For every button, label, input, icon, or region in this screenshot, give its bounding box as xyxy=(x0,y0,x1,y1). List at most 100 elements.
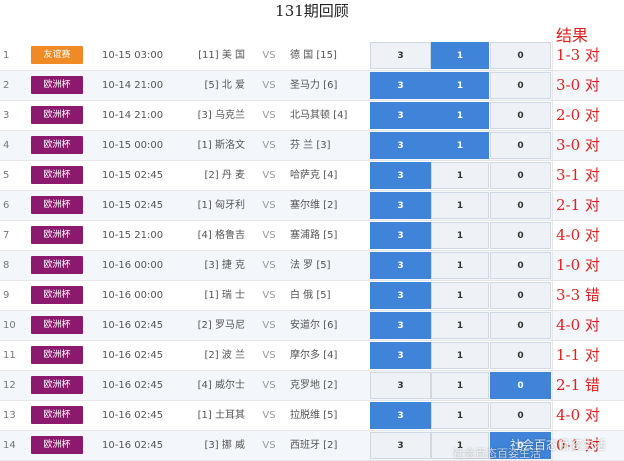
league-badge: 欧洲杯 xyxy=(31,166,83,184)
match-time: 10-16 02:45 xyxy=(102,380,164,391)
home-team: [2] 波 兰 xyxy=(204,350,245,361)
odds-option-0[interactable]: 0 xyxy=(490,132,551,159)
match-number: 4 xyxy=(3,140,10,151)
odds-option-3[interactable]: 3 xyxy=(370,192,431,219)
odds-option-0[interactable]: 0 xyxy=(490,72,551,99)
home-team: [11] 美 国 xyxy=(198,50,245,61)
match-number: 8 xyxy=(3,260,10,271)
league-badge: 欧洲杯 xyxy=(31,346,83,364)
vs-label: VS xyxy=(262,260,276,271)
odds-option-1[interactable]: 1 xyxy=(431,342,489,369)
away-team: 塞浦路 [5] xyxy=(290,230,338,241)
match-number: 11 xyxy=(3,350,16,361)
match-row: 7 欧洲杯 10-15 21:00 [4] 格鲁吉 VS 塞浦路 [5] 3 1 0 4-0 对 xyxy=(0,221,624,251)
match-result: 1-0 对 xyxy=(552,251,624,280)
odds-option-3[interactable]: 3 xyxy=(370,132,431,159)
odds-option-3[interactable]: 3 xyxy=(370,162,431,189)
odds-option-0[interactable]: 0 xyxy=(490,282,551,309)
odds-option-0[interactable]: 0 xyxy=(490,342,551,369)
away-team: 法 罗 [5] xyxy=(290,260,331,271)
match-row: 11 欧洲杯 10-16 02:45 [2] 波 兰 VS 摩尔多 [4] 3 1 0 1-1 对 xyxy=(0,341,624,371)
odds-option-3[interactable]: 3 xyxy=(370,312,431,339)
league-badge: 欧洲杯 xyxy=(31,106,83,124)
odds-option-1[interactable]: 1 xyxy=(431,252,489,279)
odds-option-1[interactable]: 1 xyxy=(431,192,489,219)
home-team: [1] 土耳其 xyxy=(197,410,245,421)
odds-option-3[interactable]: 3 xyxy=(370,402,431,429)
match-number: 5 xyxy=(3,170,10,181)
match-list: 1 友谊赛 10-15 03:00 [11] 美 国 VS 德 国 [15] 3 1 0 1-3 … xyxy=(0,41,624,461)
home-team: [1] 瑞 士 xyxy=(204,290,245,301)
match-number: 12 xyxy=(3,380,16,391)
odds-option-0[interactable]: 0 xyxy=(490,192,551,219)
away-team: 芬 兰 [3] xyxy=(290,140,331,151)
vs-label: VS xyxy=(262,350,276,361)
odds-option-1[interactable]: 1 xyxy=(431,282,489,309)
odds-option-0[interactable]: 0 xyxy=(490,102,551,129)
away-team: 塞尔维 [2] xyxy=(290,200,338,211)
away-team: 圣马力 [6] xyxy=(290,80,338,91)
odds-option-0[interactable]: 0 xyxy=(490,222,551,249)
home-team: [3] 捷 克 xyxy=(204,260,245,271)
odds-option-1[interactable]: 1 xyxy=(431,132,489,159)
away-team: 克罗地 [2] xyxy=(290,380,338,391)
vs-label: VS xyxy=(262,200,276,211)
page-title: 131期回顾 xyxy=(275,2,349,20)
odds-option-1[interactable]: 1 xyxy=(431,102,489,129)
away-team: 德 国 [15] xyxy=(290,50,337,61)
home-team: [2] 丹 麦 xyxy=(204,170,245,181)
league-badge: 欧洲杯 xyxy=(31,316,83,334)
match-row: 4 欧洲杯 10-15 00:00 [1] 斯洛文 VS 芬 兰 [3] 3 1 0 3-0 对 xyxy=(0,131,624,161)
league-badge: 欧洲杯 xyxy=(31,436,83,454)
match-result: 4-0 对 xyxy=(552,221,624,250)
odds-option-0[interactable]: 0 xyxy=(490,372,551,399)
odds-option-1[interactable]: 1 xyxy=(431,372,489,399)
match-time: 10-15 03:00 xyxy=(102,50,164,61)
match-row: 13 欧洲杯 10-16 02:45 [1] 土耳其 VS 拉脱维 [5] 3 1 0 4-0 对 xyxy=(0,401,624,431)
odds-option-1[interactable]: 1 xyxy=(431,42,489,69)
odds-option-3[interactable]: 3 xyxy=(370,372,431,399)
away-team: 哈萨克 [4] xyxy=(290,170,338,181)
odds-option-1[interactable]: 1 xyxy=(431,162,489,189)
odds-option-1[interactable]: 1 xyxy=(431,312,489,339)
odds-option-3[interactable]: 3 xyxy=(370,282,431,309)
vs-label: VS xyxy=(262,320,276,331)
match-time: 10-15 21:00 xyxy=(102,230,164,241)
watermark: 社会百态百姿生活 xyxy=(510,438,607,452)
match-row: 5 欧洲杯 10-15 02:45 [2] 丹 麦 VS 哈萨克 [4] 3 1 0 3-1 对 xyxy=(0,161,624,191)
match-result: 3-0 对 xyxy=(552,131,624,160)
match-number: 1 xyxy=(3,50,10,61)
match-result: 3-0 对 xyxy=(552,71,624,100)
vs-label: VS xyxy=(262,110,276,121)
odds-option-3[interactable]: 3 xyxy=(370,342,431,369)
odds-option-3[interactable]: 3 xyxy=(370,432,431,459)
match-result: 2-1 对 xyxy=(552,191,624,220)
odds-option-1[interactable]: 1 xyxy=(431,402,489,429)
league-badge: 欧洲杯 xyxy=(31,286,83,304)
match-time: 10-15 00:00 xyxy=(102,140,164,151)
odds-option-3[interactable]: 3 xyxy=(370,42,431,69)
match-time: 10-16 02:45 xyxy=(102,440,164,451)
match-row: 8 欧洲杯 10-16 00:00 [3] 捷 克 VS 法 罗 [5] 3 1 0 1-0 对 xyxy=(0,251,624,281)
odds-option-0[interactable]: 0 xyxy=(490,252,551,279)
odds-option-3[interactable]: 3 xyxy=(370,102,431,129)
home-team: [5] 北 爱 xyxy=(204,80,245,91)
odds-option-3[interactable]: 3 xyxy=(370,72,431,99)
league-badge: 欧洲杯 xyxy=(31,256,83,274)
odds-option-0[interactable]: 0 xyxy=(490,42,551,69)
odds-option-1[interactable]: 1 xyxy=(431,222,489,249)
match-row: 6 欧洲杯 10-15 02:45 [1] 匈牙利 VS 塞尔维 [2] 3 1 0 2-1 对 xyxy=(0,191,624,221)
match-time: 10-16 00:00 xyxy=(102,260,164,271)
match-number: 14 xyxy=(3,440,16,451)
odds-option-0[interactable]: 0 xyxy=(490,162,551,189)
match-time: 10-16 02:45 xyxy=(102,350,164,361)
odds-option-1[interactable]: 1 xyxy=(431,72,489,99)
match-time: 10-15 02:45 xyxy=(102,200,164,211)
odds-option-3[interactable]: 3 xyxy=(370,252,431,279)
odds-option-0[interactable]: 0 xyxy=(490,402,551,429)
vs-label: VS xyxy=(262,290,276,301)
odds-option-0[interactable]: 0 xyxy=(490,312,551,339)
odds-option-3[interactable]: 3 xyxy=(370,222,431,249)
away-team: 拉脱维 [5] xyxy=(290,410,338,421)
league-badge: 欧洲杯 xyxy=(31,76,83,94)
